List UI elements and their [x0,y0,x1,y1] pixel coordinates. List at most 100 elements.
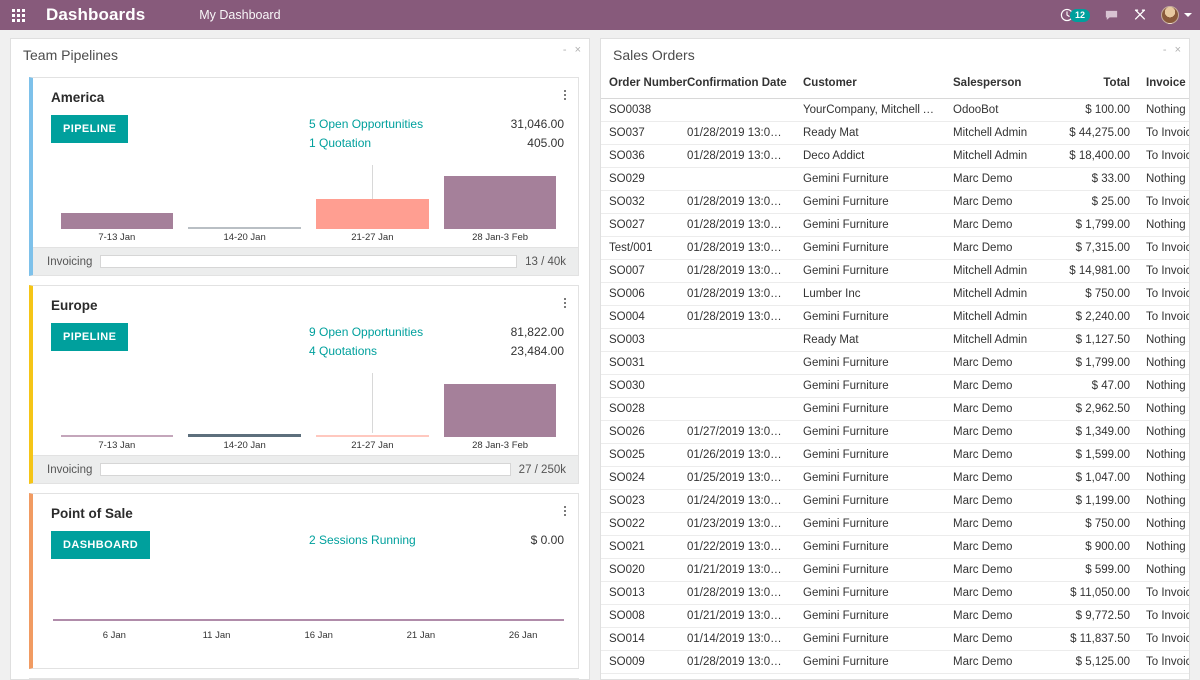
cell-sales: Marc Demo [945,490,1050,513]
table-row[interactable]: SO00601/28/2019 13:00:37Lumber IncMitche… [601,283,1189,306]
table-row[interactable]: SO03601/28/2019 13:01:59Deco AddictMitch… [601,145,1189,168]
cell-cust: Gemini Furniture [795,260,945,283]
close-icon[interactable]: × [1175,44,1181,56]
messages-menu[interactable] [1104,8,1119,23]
cell-date: 01/28/2019 13:00:37 [679,306,795,329]
table-row[interactable]: SO0038YourCompany, Mitchell AdminOdooBot… [601,99,1189,122]
cell-date: 01/28/2019 13:01:59 [679,145,795,168]
cell-num: SO032 [601,191,679,214]
card-action-button[interactable]: PIPELINE [51,115,128,143]
kebab-menu-icon[interactable] [564,90,566,100]
close-icon[interactable]: × [575,44,581,56]
card-body: PIPELINE 5 Open Opportunities 31,046.00 1 Q… [33,105,578,153]
avatar [1161,6,1179,24]
cell-total: $ 11,837.50 [1050,628,1138,651]
cell-sales: Mitchell Admin [945,306,1050,329]
table-row[interactable]: SO00801/21/2019 13:00:38Gemini Furniture… [601,605,1189,628]
table-row[interactable]: SO02601/27/2019 13:01:27Gemini Furniture… [601,421,1189,444]
cell-status: Nothing to Invoice [1138,536,1189,559]
table-row[interactable]: SO02701/28/2019 13:01:27Gemini Furniture… [601,214,1189,237]
table-row[interactable]: SO028Gemini FurnitureMarc Demo$ 2,962.50… [601,398,1189,421]
cell-num: SO037 [601,122,679,145]
sales-orders-table-wrapper[interactable]: Order NumberConfirmation DateCustomerSal… [601,71,1189,680]
kebab-menu-icon[interactable] [564,298,566,308]
cell-total: $ 18,400.00 [1050,145,1138,168]
minimize-icon[interactable]: - [563,44,567,56]
stat-label[interactable]: 1 Quotation [309,134,371,153]
stat-value: 31,046.00 [511,115,564,134]
column-header-status[interactable]: Invoice Status [1138,71,1189,99]
cell-date: 01/28/2019 13:00:37 [679,260,795,283]
invoicing-progress-bar[interactable] [100,463,510,476]
cell-num: SO027 [601,214,679,237]
pipeline-card[interactable]: Point of SaleDASHBOARD2 Sessions Running… [29,493,579,669]
cell-cust: Gemini Furniture [795,191,945,214]
kebab-menu-icon[interactable] [564,506,566,516]
table-row[interactable]: SO029Gemini FurnitureMarc Demo$ 33.00Not… [601,168,1189,191]
cell-sales: Marc Demo [945,536,1050,559]
table-row[interactable]: SO00901/28/2019 13:00:37Gemini Furniture… [601,651,1189,674]
cell-total: $ 14,981.00 [1050,260,1138,283]
cell-num: SO003 [601,329,679,352]
cell-cust: Gemini Furniture [795,444,945,467]
stat-label[interactable]: 9 Open Opportunities [309,323,423,342]
pipeline-card[interactable]: America PIPELINE 5 Open Opportunities 31,04… [29,77,579,276]
card-action-button[interactable]: PIPELINE [51,323,128,351]
cell-num: SO029 [601,168,679,191]
table-row[interactable]: SO02301/24/2019 13:01:27Gemini Furniture… [601,490,1189,513]
chart-x-label: 16 Jan [278,630,360,641]
cell-num: SO004 [601,306,679,329]
column-header-cust[interactable]: Customer [795,71,945,99]
card-stats: 2 Sessions Running$ 0.00 [309,531,564,559]
column-header-total[interactable]: Total [1050,71,1138,99]
activity-menu[interactable]: 12 [1060,8,1090,22]
table-row[interactable]: SO02501/26/2019 13:01:27Gemini Furniture… [601,444,1189,467]
table-row[interactable]: SO01301/28/2019 13:00:38Gemini Furniture… [601,582,1189,605]
table-row[interactable]: SO01401/14/2019 13:00:38Gemini Furniture… [601,628,1189,651]
table-row[interactable]: SO031Gemini FurnitureMarc Demo$ 1,799.00… [601,352,1189,375]
cell-date [679,352,795,375]
table-row[interactable]: SO02101/22/2019 13:01:26Gemini Furniture… [601,536,1189,559]
cell-status: Nothing to Invoice [1138,444,1189,467]
stat-label[interactable]: 2 Sessions Running [309,531,416,550]
chart-bar [444,384,556,437]
table-row[interactable]: SO03201/28/2019 13:01:28Gemini Furniture… [601,191,1189,214]
cell-num: SO023 [601,490,679,513]
app-brand-title[interactable]: Dashboards [46,5,145,25]
table-row[interactable]: SO02401/25/2019 13:01:27Gemini Furniture… [601,467,1189,490]
user-menu[interactable] [1161,6,1192,24]
column-header-date[interactable]: Confirmation Date [679,71,795,99]
cell-num: SO030 [601,375,679,398]
pipeline-card[interactable]: EuropePIPELINE9 Open Opportunities81,822… [29,285,579,484]
stat-label[interactable]: 4 Quotations [309,342,377,361]
apps-grid-icon[interactable] [0,9,36,22]
stat-label[interactable]: 5 Open Opportunities [309,115,423,134]
cell-num: SO021 [601,536,679,559]
cell-date: 01/24/2019 13:01:27 [679,490,795,513]
card-action-button[interactable]: DASHBOARD [51,531,150,559]
chart-bar [61,213,173,229]
cell-status: To Invoice [1138,283,1189,306]
column-header-sales[interactable]: Salesperson [945,71,1050,99]
invoicing-progress-bar[interactable] [100,255,517,268]
table-row[interactable]: SO02201/23/2019 13:01:26Gemini Furniture… [601,513,1189,536]
table-row[interactable]: SO03701/28/2019 13:02:00Ready MatMitchel… [601,122,1189,145]
cell-cust: Gemini Furniture [795,674,945,680]
tools-menu[interactable] [1133,8,1147,22]
table-body: SO0038YourCompany, Mitchell AdminOdooBot… [601,99,1189,680]
table-row[interactable]: SO01501/28/2019 13:00:38Gemini Furniture… [601,674,1189,680]
cell-status: Nothing to Invoice [1138,168,1189,191]
card-title: America [33,78,578,105]
minimize-icon[interactable]: - [1163,44,1167,56]
table-row[interactable]: SO00701/28/2019 13:00:37Gemini Furniture… [601,260,1189,283]
table-row[interactable]: Test/00101/28/2019 13:00:37Gemini Furnit… [601,237,1189,260]
table-row[interactable]: SO030Gemini FurnitureMarc Demo$ 47.00Not… [601,375,1189,398]
cell-date: 01/28/2019 13:00:38 [679,674,795,680]
breadcrumb[interactable]: My Dashboard [199,8,280,22]
table-row[interactable]: SO003Ready MatMitchell Admin$ 1,127.50No… [601,329,1189,352]
stat-row: 5 Open Opportunities 31,046.00 [309,115,564,134]
column-header-num[interactable]: Order Number [601,71,679,99]
table-row[interactable]: SO00401/28/2019 13:00:37Gemini Furniture… [601,306,1189,329]
table-row[interactable]: SO02001/21/2019 13:01:26Gemini Furniture… [601,559,1189,582]
cell-num: SO007 [601,260,679,283]
